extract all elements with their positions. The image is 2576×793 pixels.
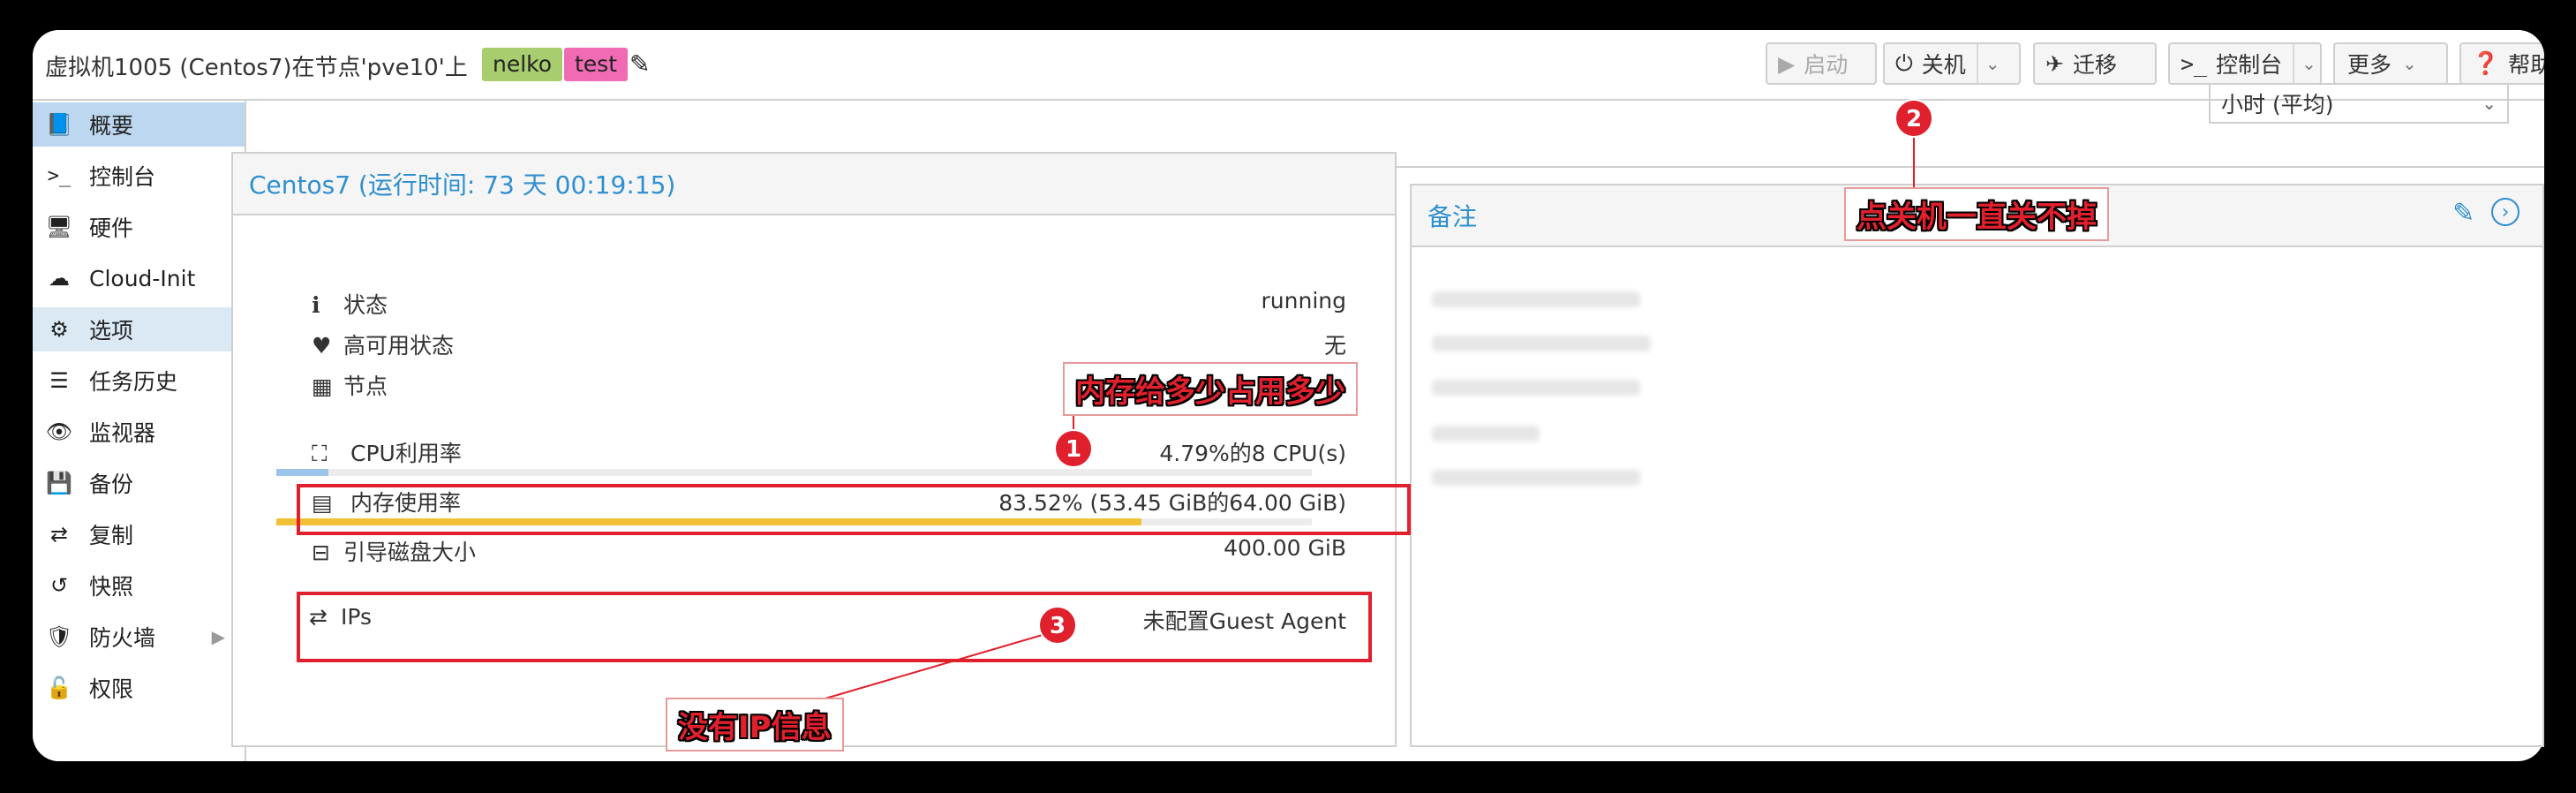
- annotation-marker-1: 1: [1054, 429, 1093, 468]
- annotation-callout-memory: 内存给多少占用多少: [1063, 362, 1358, 416]
- annotation-callout-shutdown: 点关机一直关不掉: [1844, 187, 2109, 241]
- annotation-marker-2: 2: [1894, 99, 1933, 138]
- annotation-marker-3: 3: [1038, 606, 1077, 645]
- annotation-callout-no-ip: 没有IP信息: [666, 698, 844, 751]
